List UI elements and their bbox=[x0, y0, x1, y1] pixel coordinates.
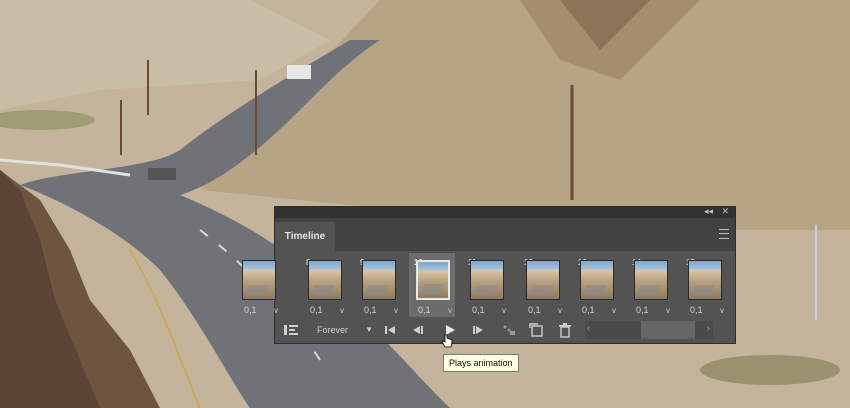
play-tooltip: Plays animation bbox=[443, 354, 519, 372]
hand-cursor-icon bbox=[441, 334, 453, 348]
panel-tab-bar: Timeline bbox=[275, 218, 735, 251]
frame-delay[interactable]: 0,1 bbox=[310, 305, 323, 315]
frame-thumbnail bbox=[362, 260, 396, 300]
frame-strip: 0,1 ∨ 8 0,1 ∨ 9 0,1 ∨ 10 0,1 ∨ 11 0,1 ∨ bbox=[242, 251, 735, 319]
close-icon[interactable]: ✕ bbox=[721, 206, 729, 217]
frame-thumbnail bbox=[308, 260, 342, 300]
frame-thumbnail bbox=[526, 260, 560, 300]
frame-delay[interactable]: 0,1 bbox=[364, 305, 377, 315]
double-chevron-icon[interactable]: ◂◂ bbox=[704, 206, 713, 217]
animation-frame[interactable]: 14 0,1 ∨ bbox=[627, 253, 673, 317]
animation-frame[interactable]: 12 0,1 ∨ bbox=[519, 253, 565, 317]
animation-frame[interactable]: 8 0,1 ∨ bbox=[301, 253, 347, 317]
mountain-road-scene bbox=[0, 0, 850, 408]
chevron-down-icon[interactable]: ∨ bbox=[719, 306, 725, 315]
animation-frame-selected[interactable]: 10 0,1 ∨ bbox=[409, 253, 455, 317]
frame-delay[interactable]: 0,1 bbox=[244, 305, 257, 315]
next-frame-icon[interactable] bbox=[471, 322, 485, 338]
convert-timeline-icon[interactable] bbox=[283, 322, 299, 338]
chevron-down-icon[interactable]: ∨ bbox=[557, 306, 563, 315]
timeline-toolbar: Forever ▼ ‹ › bbox=[275, 317, 735, 343]
frame-scrollbar[interactable]: ‹ › bbox=[585, 321, 713, 339]
chevron-down-icon[interactable]: ∨ bbox=[501, 306, 507, 315]
chevron-down-icon[interactable]: ∨ bbox=[611, 306, 617, 315]
chevron-down-icon[interactable]: ∨ bbox=[447, 306, 453, 315]
animation-frame[interactable]: 0,1 ∨ bbox=[235, 253, 281, 317]
delete-frame-icon[interactable] bbox=[557, 322, 573, 338]
chevron-down-icon[interactable]: ∨ bbox=[339, 306, 345, 315]
panel-header-bar: ◂◂ ✕ bbox=[275, 206, 735, 218]
frame-thumbnail bbox=[470, 260, 504, 300]
loop-option-label: Forever bbox=[317, 325, 349, 335]
loop-options-select[interactable]: Forever ▼ bbox=[305, 321, 375, 339]
frame-delay[interactable]: 0,1 bbox=[528, 305, 541, 315]
scrollbar-thumb[interactable] bbox=[641, 321, 695, 339]
tab-timeline[interactable]: Timeline bbox=[275, 222, 335, 251]
caret-down-icon: ▼ bbox=[365, 325, 373, 334]
animation-frame[interactable]: 15 0,1 ∨ bbox=[681, 253, 727, 317]
frame-delay[interactable]: 0,1 bbox=[582, 305, 595, 315]
animation-frame[interactable]: 13 0,1 ∨ bbox=[573, 253, 619, 317]
scroll-right-icon[interactable]: › bbox=[707, 323, 710, 334]
desktop-background-photo bbox=[0, 0, 850, 408]
frame-thumbnail bbox=[242, 260, 276, 300]
frame-thumbnail bbox=[416, 260, 450, 300]
frame-thumbnail bbox=[634, 260, 668, 300]
tween-icon[interactable] bbox=[501, 322, 517, 338]
frame-delay[interactable]: 0,1 bbox=[690, 305, 703, 315]
animation-frame[interactable]: 9 0,1 ∨ bbox=[355, 253, 401, 317]
frame-thumbnail bbox=[580, 260, 614, 300]
frame-delay[interactable]: 0,1 bbox=[418, 305, 431, 315]
timeline-panel: ◂◂ ✕ Timeline 0,1 ∨ 8 0,1 ∨ 9 0,1 ∨ 10 0… bbox=[242, 206, 736, 344]
chevron-down-icon[interactable]: ∨ bbox=[665, 306, 671, 315]
duplicate-frame-icon[interactable] bbox=[529, 322, 545, 338]
previous-frame-icon[interactable] bbox=[411, 322, 425, 338]
frame-thumbnail bbox=[688, 260, 722, 300]
chevron-down-icon[interactable]: ∨ bbox=[393, 306, 399, 315]
frame-delay[interactable]: 0,1 bbox=[472, 305, 485, 315]
panel-menu-icon[interactable] bbox=[719, 229, 729, 239]
first-frame-icon[interactable] bbox=[383, 322, 397, 338]
scroll-left-icon[interactable]: ‹ bbox=[587, 323, 590, 334]
chevron-down-icon[interactable]: ∨ bbox=[273, 306, 279, 315]
frame-delay[interactable]: 0,1 bbox=[636, 305, 649, 315]
animation-frame[interactable]: 11 0,1 ∨ bbox=[463, 253, 509, 317]
